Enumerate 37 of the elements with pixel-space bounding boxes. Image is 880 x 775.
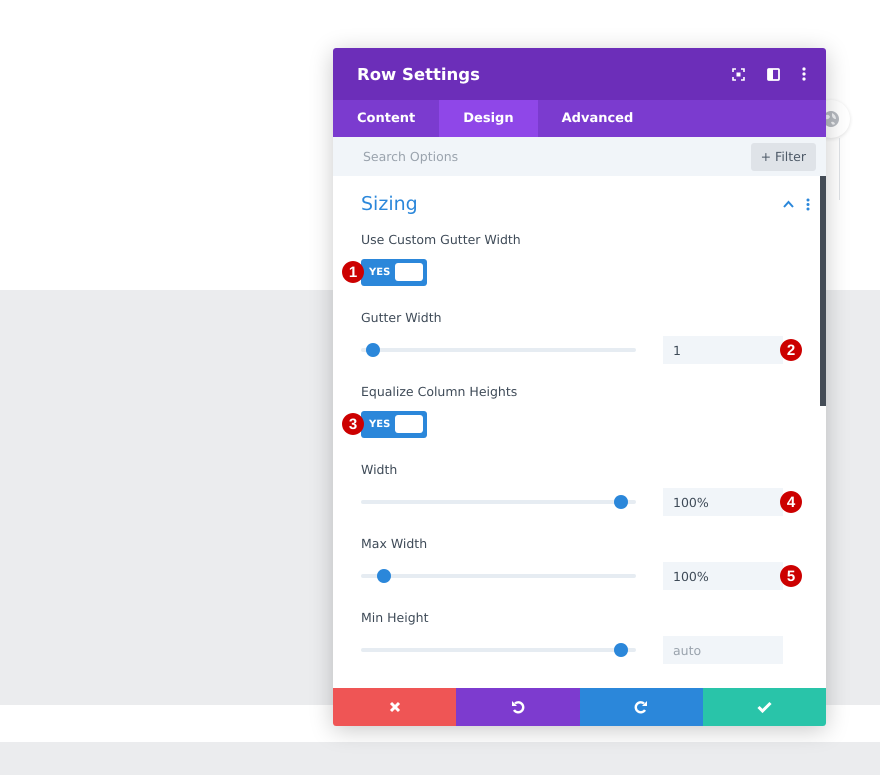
- slider-thumb[interactable]: [614, 643, 628, 657]
- setting-label: Min Height: [361, 609, 430, 627]
- toggle-switch[interactable]: YES: [361, 410, 427, 438]
- setting-label: Max Width: [361, 535, 428, 553]
- setting-label: Use Custom Gutter Width: [361, 231, 522, 249]
- check-icon: [756, 701, 772, 713]
- number-badge: 5: [780, 565, 802, 587]
- columns-icon[interactable]: [767, 68, 780, 80]
- setting-label: Width: [361, 461, 398, 479]
- number-badge: 2: [780, 339, 802, 361]
- value-field[interactable]: 100%: [663, 562, 783, 590]
- setting-label: Gutter Width: [361, 309, 443, 327]
- slider-thumb[interactable]: [376, 569, 391, 583]
- tab[interactable]: Design: [439, 100, 538, 137]
- value-field[interactable]: 100%: [663, 488, 783, 516]
- section-title: Sizing: [361, 193, 419, 215]
- setting-label: Equalize Column Heights: [361, 383, 518, 401]
- redo-icon: [634, 700, 648, 714]
- tab[interactable]: Advanced: [538, 100, 658, 137]
- number-badge: 4: [780, 491, 802, 513]
- window-title: Row Settings: [357, 64, 480, 84]
- number-badge: 1: [342, 261, 364, 283]
- close-icon: [388, 701, 401, 713]
- toggle-switch[interactable]: YES: [361, 258, 427, 286]
- search-field[interactable]: Search Options + Filter: [333, 137, 826, 176]
- filter-button[interactable]: + Filter: [750, 142, 816, 170]
- value-field[interactable]: auto: [663, 636, 783, 664]
- more-icon[interactable]: [806, 198, 810, 210]
- slider-thumb[interactable]: [614, 495, 628, 509]
- slider-thumb[interactable]: [366, 343, 380, 357]
- tab[interactable]: Content: [333, 100, 440, 137]
- value-field[interactable]: 1: [663, 336, 783, 364]
- chevron-icon[interactable]: [783, 200, 794, 208]
- number-badge: 3: [342, 413, 364, 435]
- undo-icon: [510, 700, 525, 714]
- expand-icon[interactable]: [732, 68, 745, 80]
- more-icon[interactable]: [802, 67, 806, 81]
